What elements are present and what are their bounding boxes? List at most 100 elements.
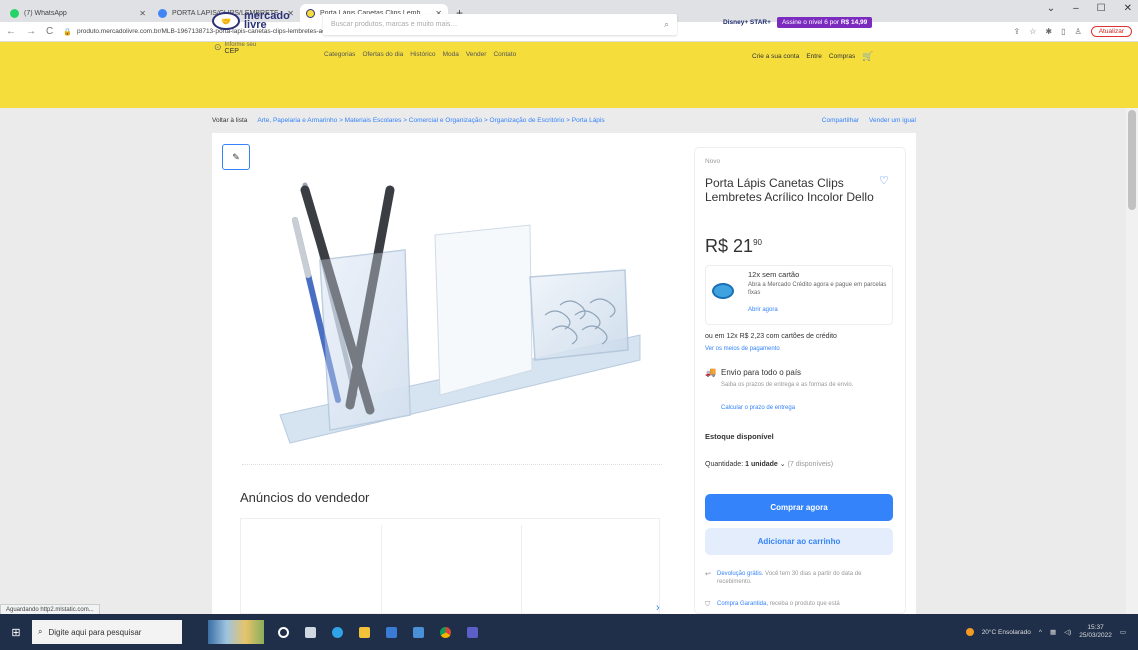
shipping-title: Envio para todo o país [721, 368, 802, 377]
guarantee-link[interactable]: Compra Garantida, [717, 601, 768, 607]
windows-start-icon[interactable]: ⊞ [0, 626, 32, 639]
page-scrollbar[interactable] [1126, 108, 1138, 614]
promo-banner[interactable]: Disney+ STAR+ Assine o nível 6 por R$ 14… [723, 17, 873, 28]
product-title: Porta Lápis Canetas Clips Lembretes Acrí… [705, 176, 874, 204]
chevron-down-icon[interactable]: ⌄ [1047, 3, 1055, 14]
disney-logo: Disney+ STAR+ [723, 19, 771, 26]
google-icon [158, 8, 167, 18]
calculate-delivery-link[interactable]: Calcular o prazo de entrega [721, 405, 795, 411]
cep-selector[interactable]: ⊙ Informe seu CEP [214, 42, 256, 55]
category-path[interactable]: Arte, Papelaria e Armarinho > Materiais … [257, 117, 604, 124]
purchases-link[interactable]: Compras [829, 53, 855, 60]
search-highlight-image[interactable] [208, 620, 264, 644]
nav-fashion[interactable]: Moda [443, 51, 459, 58]
heart-icon[interactable]: ♡ [879, 174, 889, 187]
purchase-guarantee-info: Compra Garantida, receba o produto que e… [717, 601, 840, 607]
maximize-icon[interactable]: ☐ [1097, 3, 1106, 14]
product-thumbnail[interactable]: ✎ [222, 144, 250, 170]
windows-taskbar: ⊞ ⌕ Digite aqui para pesquisar 20°C Enso… [0, 614, 1138, 650]
create-account-link[interactable]: Crie a sua conta [752, 53, 799, 60]
location-pin-icon: ⊙ [214, 42, 222, 52]
scrollbar-thumb[interactable] [1128, 110, 1136, 210]
quantity-selector[interactable]: Quantidade: 1 unidade ⌄ (7 disponíveis) [705, 460, 833, 468]
lock-icon: 🔒 [63, 28, 72, 36]
condition-label: Novo [705, 158, 721, 165]
edge-icon[interactable] [332, 626, 343, 638]
volume-icon[interactable]: ◁) [1064, 628, 1071, 636]
search-icon[interactable]: ⌕ [664, 19, 669, 30]
tab-whatsapp[interactable]: (7) WhatsApp ✕ [4, 4, 152, 22]
profile-icon[interactable]: ♙ [1075, 27, 1082, 36]
share-icon[interactable]: ⇪ [1014, 27, 1021, 36]
installments-text: ou em 12x R$ 2,23 com cartões de crédito [705, 333, 837, 340]
teams-icon[interactable] [467, 626, 478, 638]
mercadolivre-logo[interactable]: 🤝 mercado livre [212, 10, 290, 31]
open-credit-link[interactable]: Abrir agora [748, 307, 778, 313]
nav-history[interactable]: Histórico [410, 51, 435, 58]
mail-icon[interactable] [413, 626, 424, 638]
buy-now-button[interactable]: Comprar agora [705, 494, 893, 521]
image-divider [242, 464, 662, 465]
notifications-icon[interactable]: ▭ [1120, 628, 1126, 636]
nav-categories[interactable]: Categorias [324, 51, 355, 58]
close-icon[interactable]: ✕ [139, 9, 146, 18]
stock-status: Estoque disponível [705, 432, 774, 441]
cortana-icon[interactable] [278, 626, 289, 638]
nav-offers[interactable]: Ofertas do dia [362, 51, 403, 58]
login-link[interactable]: Entre [806, 53, 822, 60]
add-to-cart-button[interactable]: Adicionar ao carrinho [705, 528, 893, 555]
minimize-icon[interactable]: – [1073, 3, 1079, 14]
weather-text[interactable]: 20°C Ensolarado [982, 629, 1031, 636]
system-tray: 20°C Ensolarado ^ ▦ ◁) 15:37 25/03/2022 … [965, 624, 1138, 640]
mercado-credito-icon [712, 283, 734, 299]
seller-ads-carousel [240, 518, 660, 615]
search-input[interactable]: Buscar produtos, marcas e muito mais… ⌕ [323, 14, 677, 35]
chevron-right-icon[interactable]: › [656, 602, 660, 614]
nav-sell[interactable]: Vender [466, 51, 487, 58]
forward-icon[interactable]: → [26, 26, 36, 37]
carousel-divider [381, 525, 382, 615]
weather-icon [965, 628, 974, 636]
breadcrumb: Voltar à lista Arte, Papelaria e Armarin… [212, 117, 916, 124]
back-to-list-link[interactable]: Voltar à lista [212, 117, 247, 124]
whatsapp-icon [10, 8, 19, 18]
pencil-holder-thumb-icon: ✎ [232, 151, 240, 162]
logo-text: mercado livre [244, 10, 290, 31]
product-price: R$ 2190 [705, 236, 762, 256]
chevron-up-icon[interactable]: ^ [1039, 629, 1042, 636]
close-window-icon[interactable]: ✕ [1124, 3, 1132, 14]
chrome-icon[interactable] [440, 626, 451, 638]
star-icon[interactable]: ☆ [1029, 27, 1036, 36]
chevron-down-icon: ⌄ [779, 461, 786, 468]
store-icon[interactable] [386, 626, 397, 638]
update-button[interactable]: Atualizar [1090, 26, 1132, 37]
taskbar-search[interactable]: ⌕ Digite aqui para pesquisar [32, 620, 182, 644]
sell-similar-link[interactable]: Vender um igual [869, 117, 916, 124]
cep-value: CEP [224, 48, 239, 55]
share-link[interactable]: Compartilhar [822, 117, 859, 124]
extensions-icon[interactable]: ✱ [1045, 27, 1052, 36]
shipping-description: Saiba os prazos de entrega e as formas d… [721, 382, 854, 388]
carousel-divider [521, 525, 522, 615]
search-icon: ⌕ [38, 627, 43, 636]
seller-ads-title: Anúncios do vendedor [240, 490, 370, 505]
payment-methods-link[interactable]: Ver os meios de pagamento [705, 346, 780, 352]
search-placeholder: Buscar produtos, marcas e muito mais… [331, 21, 458, 28]
quantity-label: Quantidade: [705, 461, 744, 468]
free-return-link[interactable]: Devolução grátis. [717, 571, 763, 577]
taskbar-search-placeholder: Digite aqui para pesquisar [48, 627, 142, 637]
mercadolivre-icon [306, 8, 315, 18]
product-image[interactable] [260, 165, 680, 465]
sidebar-icon[interactable]: ▯ [1061, 27, 1065, 36]
file-explorer-icon[interactable] [359, 626, 370, 638]
reload-icon[interactable]: C [46, 26, 53, 37]
tab-label: (7) WhatsApp [24, 9, 67, 17]
back-icon[interactable]: ← [6, 26, 16, 37]
clock[interactable]: 15:37 25/03/2022 [1079, 624, 1112, 640]
credit-description: Abra a Mercado Crédito agora e pague em … [748, 282, 887, 296]
network-icon[interactable]: ▦ [1050, 628, 1056, 636]
cart-icon[interactable]: 🛒 [862, 51, 873, 62]
shield-icon: ⛉ [705, 601, 711, 608]
nav-contact[interactable]: Contato [493, 51, 516, 58]
task-view-icon[interactable] [305, 626, 316, 638]
